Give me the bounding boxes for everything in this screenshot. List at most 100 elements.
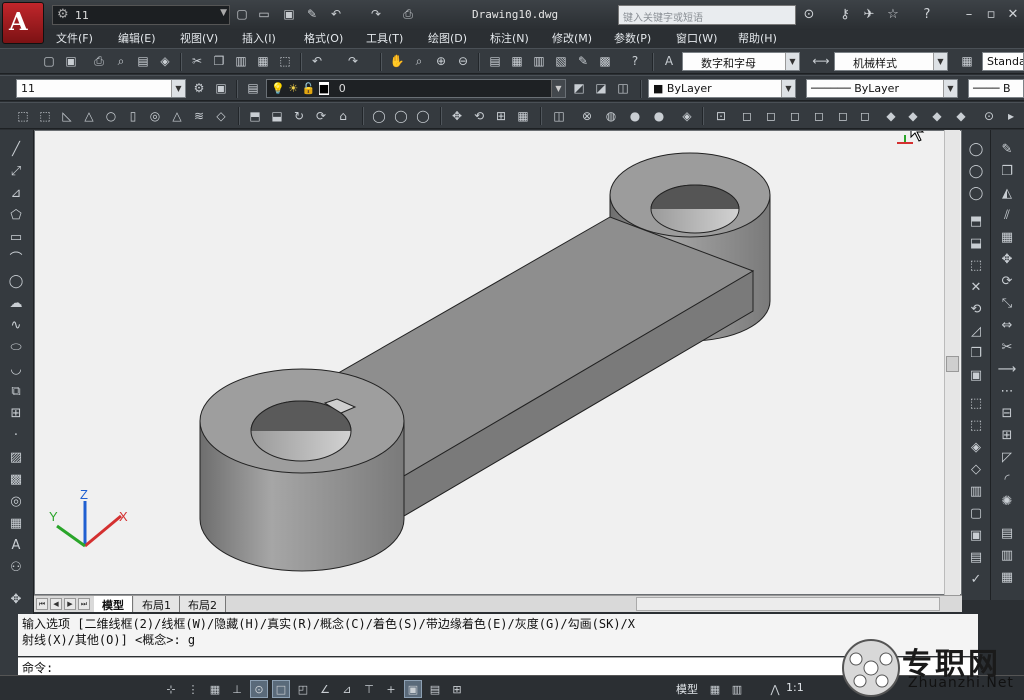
offset-icon[interactable]: ⫽ — [997, 206, 1017, 226]
polar-tracking-icon[interactable]: ⊙ — [250, 680, 268, 698]
layer-manager-icon[interactable]: ▣ — [212, 79, 230, 97]
subtract-icon[interactable]: ◯ — [966, 162, 986, 182]
copy-object-icon[interactable]: ❐ — [997, 162, 1017, 182]
menu-help[interactable]: 帮助(H) — [738, 30, 777, 46]
ellipse-icon[interactable]: ⬭ — [6, 338, 26, 358]
presspull-icon[interactable]: ⬓ — [268, 107, 286, 125]
hidden-style-icon[interactable]: ◍ — [602, 107, 620, 125]
first-tab-icon[interactable]: ⏮ — [36, 598, 48, 610]
new-icon[interactable]: ▢ — [40, 52, 58, 70]
drawing-area[interactable]: Z X Y — [34, 119, 962, 595]
close-icon[interactable]: ✕ — [1004, 6, 1022, 24]
bottom-view-icon[interactable]: ◻ — [762, 107, 780, 125]
intersect-icon[interactable]: ◯ — [414, 107, 432, 125]
wedge-icon[interactable]: ◺ — [58, 107, 76, 125]
sw-isometric-icon[interactable]: ◆ — [882, 107, 900, 125]
revision-cloud-icon[interactable]: ☁ — [6, 294, 26, 314]
save-icon[interactable]: ▣ — [62, 52, 80, 70]
quick-properties-icon[interactable]: ▤ — [426, 680, 444, 698]
menu-format[interactable]: 格式(O) — [304, 30, 343, 46]
vertical-scroll-thumb[interactable] — [946, 356, 959, 372]
match-properties-icon[interactable]: ▦ — [254, 52, 272, 70]
circle-icon[interactable]: ◯ — [6, 272, 26, 292]
line-icon[interactable]: ╱ — [6, 140, 26, 160]
region-icon[interactable]: ◎ — [6, 492, 26, 512]
annotation-scale-icon[interactable]: ⋀ — [766, 680, 784, 698]
color-edges-icon[interactable]: ⬚ — [966, 416, 986, 436]
copy-faces-icon[interactable]: ❐ — [966, 344, 986, 364]
trim-icon[interactable]: ✂ — [997, 338, 1017, 358]
insert-block-icon[interactable]: ⧉ — [6, 382, 26, 402]
menu-draw[interactable]: 绘图(D) — [428, 30, 467, 46]
gradient-icon[interactable]: ▩ — [6, 470, 26, 490]
publish-icon[interactable]: ▤ — [134, 52, 152, 70]
markup-icon[interactable]: ✎ — [574, 52, 592, 70]
design-center-icon[interactable]: ▦ — [508, 52, 526, 70]
arc-icon[interactable]: ⌒ — [6, 250, 26, 270]
loft-icon[interactable]: ⌂ — [334, 107, 352, 125]
3d-move-icon[interactable]: ✥ — [448, 107, 466, 125]
explode-icon[interactable]: ✺ — [997, 492, 1017, 512]
union-icon[interactable]: ◯ — [966, 140, 986, 160]
command-input[interactable]: 命令: — [18, 657, 978, 675]
model-space-label[interactable]: 模型 — [676, 681, 698, 697]
restore-icon[interactable]: ▫ — [982, 6, 1000, 24]
delete-faces-icon[interactable]: ✕ — [966, 278, 986, 298]
box-icon[interactable]: ⬚ — [36, 107, 54, 125]
solid-edit-more-icon[interactable]: ▤ — [966, 548, 986, 568]
multiline-text-icon[interactable]: A — [6, 536, 26, 556]
command-window-grip[interactable] — [0, 614, 18, 675]
tab-layout2[interactable]: 布局2 — [180, 596, 226, 612]
clean-icon[interactable]: ◇ — [966, 460, 986, 480]
layer-walk-icon[interactable]: ◫ — [614, 79, 632, 97]
zoom-realtime-icon[interactable]: ⌕ — [410, 52, 428, 70]
copy-icon[interactable]: ❐ — [210, 52, 228, 70]
construction-line-icon[interactable]: ⤢ — [6, 162, 26, 182]
right-view-icon[interactable]: ◻ — [810, 107, 828, 125]
add-selected-icon[interactable]: ⚇ — [6, 558, 26, 578]
rotate-icon[interactable]: ⟳ — [997, 272, 1017, 292]
paste-icon[interactable]: ▥ — [232, 52, 250, 70]
infer-constraints-icon[interactable]: ⊹ — [162, 680, 180, 698]
view-toolbar-more-icon[interactable]: ▸ — [1002, 107, 1020, 125]
cylinder-icon[interactable]: ▯ — [124, 107, 142, 125]
2d-wireframe-icon[interactable]: ◫ — [550, 107, 568, 125]
polysolid-icon[interactable]: ⬚ — [14, 107, 32, 125]
undo-icon[interactable]: ↶ — [328, 6, 344, 22]
move-icon[interactable]: ✥ — [997, 250, 1017, 270]
layer-previous-icon[interactable]: ◪ — [592, 79, 610, 97]
imprint-icon[interactable]: ◈ — [966, 438, 986, 458]
check-icon[interactable]: ▣ — [966, 526, 986, 546]
layer-state-combo[interactable]: 11 ▼ — [16, 79, 186, 98]
menu-parametric[interactable]: 参数(P) — [614, 30, 651, 46]
copy-edges-icon[interactable]: ⬚ — [966, 394, 986, 414]
print-icon[interactable]: ⎙ — [400, 6, 416, 22]
sweep-icon[interactable]: ↻ — [290, 107, 308, 125]
extrude-icon[interactable]: ⬒ — [246, 107, 264, 125]
helix-icon[interactable]: ≋ — [190, 107, 208, 125]
next-tab-icon[interactable]: ▶ — [64, 598, 76, 610]
star-icon[interactable]: ☆ — [884, 6, 902, 24]
menu-window[interactable]: 窗口(W) — [676, 30, 717, 46]
menu-file[interactable]: 文件(F) — [56, 30, 93, 46]
rectangle-icon[interactable]: ▭ — [6, 228, 26, 248]
tab-model[interactable]: 模型 — [94, 596, 133, 612]
last-tab-icon[interactable]: ⏭ — [78, 598, 90, 610]
save-as-icon[interactable]: ✎ — [304, 6, 320, 22]
object-snap-tracking-icon[interactable]: ∠ — [316, 680, 334, 698]
navigate-icon[interactable]: ✥ — [6, 590, 26, 610]
search-input[interactable]: 键入关键字或短语 — [618, 5, 796, 25]
quick-view-layouts-icon[interactable]: ▦ — [706, 680, 724, 698]
zoom-previous-icon[interactable]: ⊖ — [454, 52, 472, 70]
3d-rotate-icon[interactable]: ⟲ — [470, 107, 488, 125]
menu-edit[interactable]: 编辑(E) — [118, 30, 156, 46]
polygon-icon[interactable]: ⬠ — [6, 206, 26, 226]
quick-view-drawings-icon[interactable]: ▥ — [728, 680, 746, 698]
color-combo[interactable]: ■ ByLayer ▼ — [648, 79, 796, 98]
3d-wireframe-icon[interactable]: ⊗ — [578, 107, 596, 125]
cone-icon[interactable]: △ — [80, 107, 98, 125]
spline-icon[interactable]: ∿ — [6, 316, 26, 336]
mirror-icon[interactable]: ◭ — [997, 184, 1017, 204]
ortho-mode-icon[interactable]: ⊥ — [228, 680, 246, 698]
dimension-style-combo[interactable]: 机械样式 ▼ — [834, 52, 948, 71]
